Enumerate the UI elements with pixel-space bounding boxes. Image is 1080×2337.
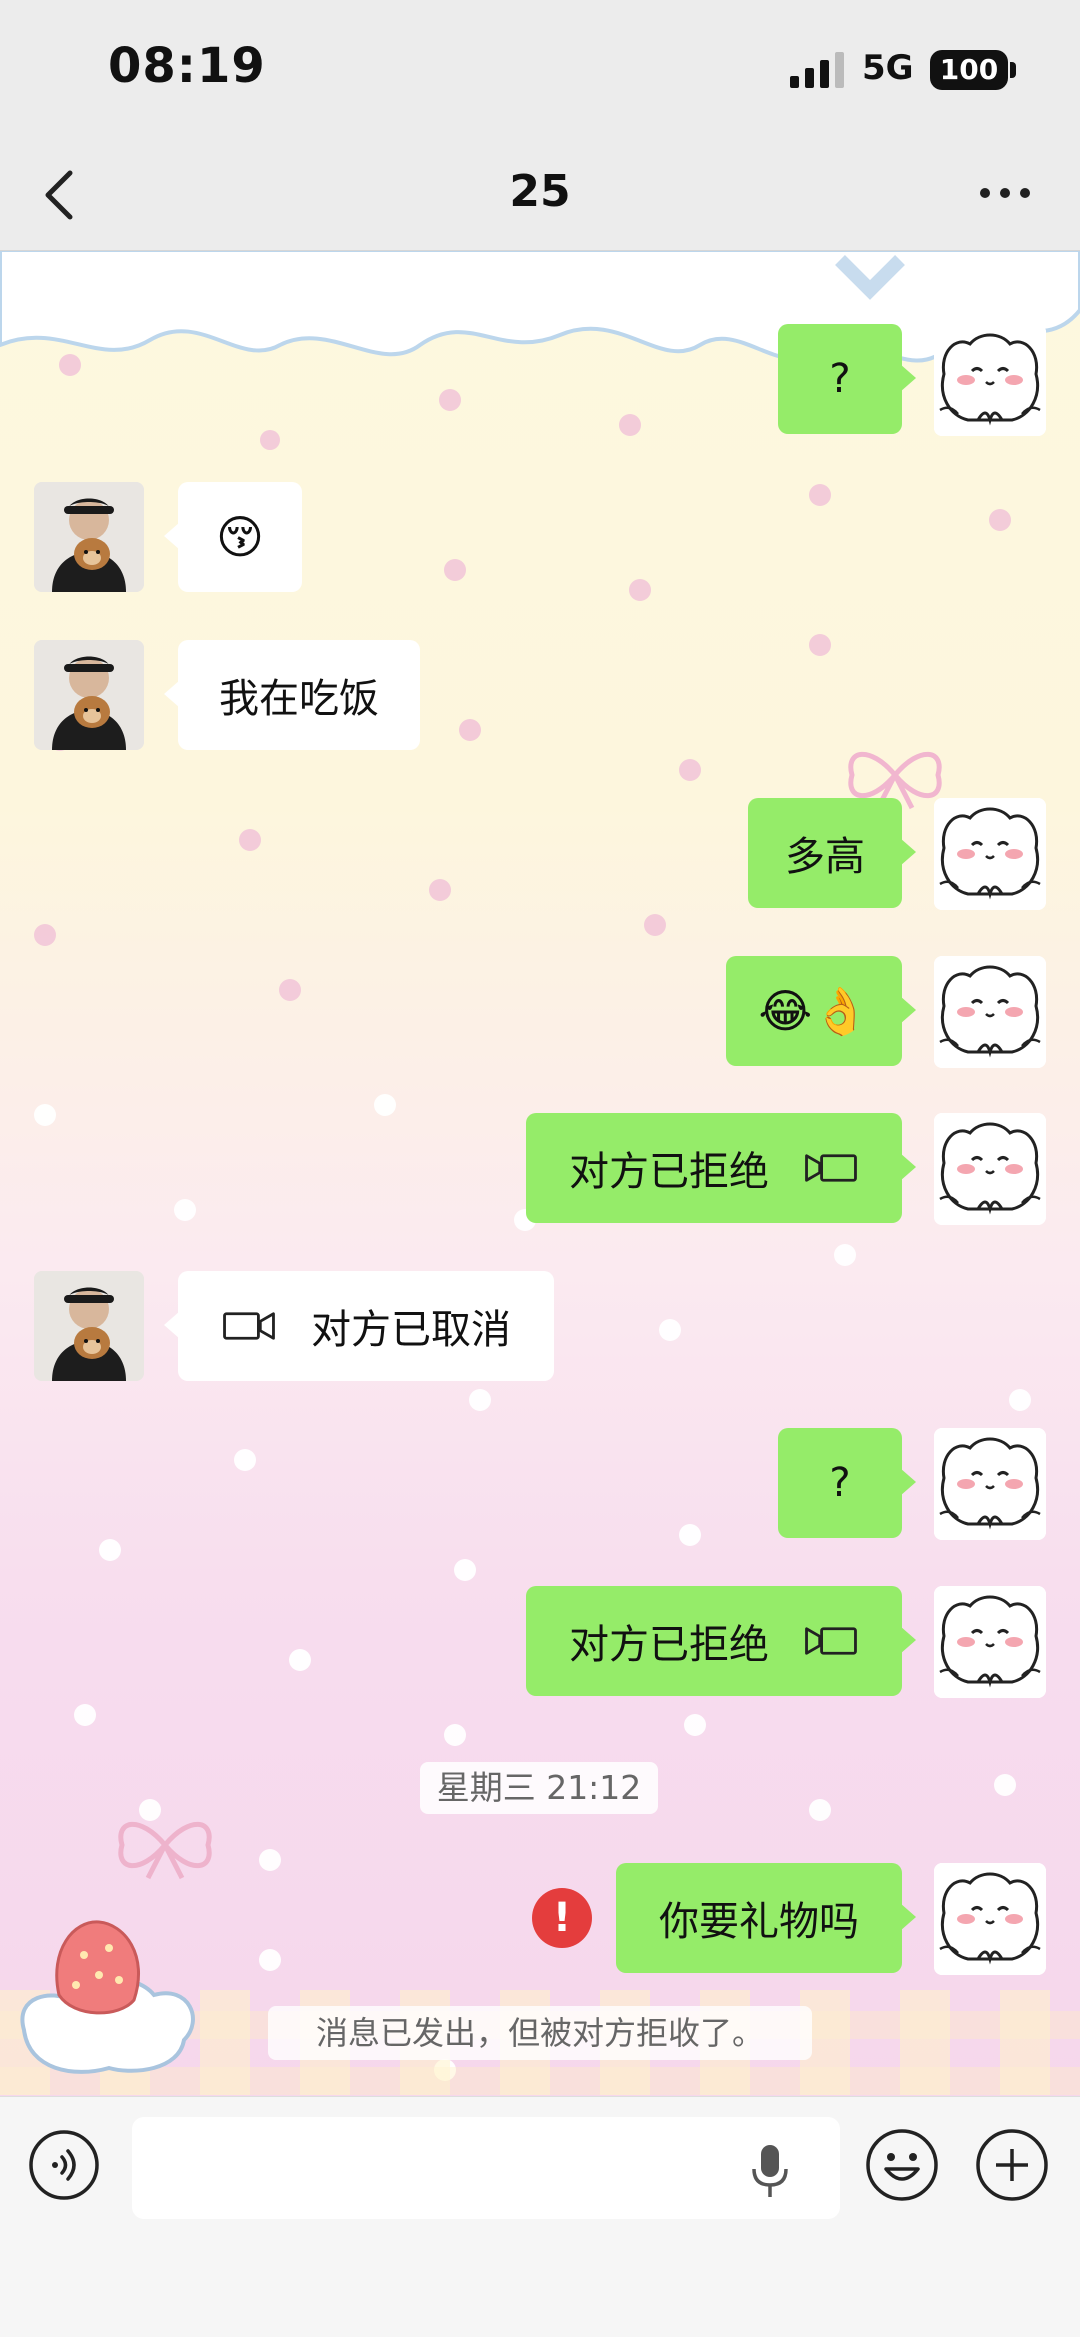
my-avatar[interactable]	[934, 324, 1046, 436]
video-call-icon	[805, 1627, 857, 1655]
call-status-text: 对方已取消	[311, 1307, 511, 1353]
timestamp-divider: 星期三 21:12	[420, 1762, 658, 1814]
microphone-icon[interactable]	[750, 2141, 790, 2201]
contact-avatar[interactable]	[34, 1271, 144, 1381]
call-status-text: 对方已拒绝	[569, 1149, 769, 1195]
message-bubble-theirs[interactable]: 😚	[164, 482, 302, 592]
network-type: 5G	[862, 48, 914, 88]
message-bubble-theirs[interactable]: 我在吃饭	[164, 640, 420, 750]
battery-icon: 100	[930, 50, 1008, 90]
message-bubble-mine[interactable]: 多高	[748, 798, 916, 908]
video-call-icon	[805, 1154, 857, 1182]
message-emoji: 😚	[216, 510, 264, 564]
video-call-record-mine[interactable]: 对方已拒绝	[526, 1113, 916, 1223]
chat-title: 25	[509, 166, 571, 217]
message-text: ?	[829, 356, 851, 402]
my-avatar[interactable]	[934, 1863, 1046, 1975]
my-avatar[interactable]	[934, 1113, 1046, 1225]
battery-level: 100	[939, 53, 999, 86]
my-avatar[interactable]	[934, 798, 1046, 910]
message-text: 我在吃饭	[219, 676, 379, 722]
status-time: 08:19	[108, 38, 266, 94]
contact-avatar[interactable]	[34, 482, 144, 592]
chat-input-bar	[0, 2096, 1080, 2337]
rejected-system-note: 消息已发出，但被对方拒收了。	[268, 2006, 812, 2060]
message-text: 多高	[785, 834, 865, 880]
bow-decoration	[118, 1821, 212, 1880]
video-call-record-mine[interactable]: 对方已拒绝	[526, 1586, 916, 1696]
message-text: ?	[829, 1460, 851, 1506]
plus-icon[interactable]	[974, 2127, 1050, 2203]
chat-screen: 08:19 5G 100 25 ? 😚 我在吃饭 多高 😂👌 对方已拒绝 对方已…	[0, 0, 1080, 2337]
my-avatar[interactable]	[934, 1586, 1046, 1698]
message-bubble-mine[interactable]: ?	[778, 324, 916, 434]
message-bubble-mine[interactable]: 你要礼物吗	[616, 1863, 916, 1973]
message-bubble-mine[interactable]: ?	[778, 1428, 916, 1538]
video-call-record-theirs[interactable]: 对方已取消	[164, 1271, 554, 1381]
emoji-icon[interactable]	[864, 2127, 940, 2203]
chat-header: 25	[0, 140, 1080, 251]
send-failed-icon[interactable]: !	[532, 1888, 592, 1948]
call-status-text: 对方已拒绝	[569, 1622, 769, 1668]
more-options-icon[interactable]	[975, 178, 1035, 208]
my-avatar[interactable]	[934, 956, 1046, 1068]
message-input[interactable]	[132, 2117, 840, 2219]
battery-tip	[1010, 62, 1016, 78]
message-bubble-mine[interactable]: 😂👌	[726, 956, 916, 1066]
message-text: 你要礼物吗	[659, 1899, 859, 1945]
strawberry-cake-decoration	[20, 1920, 195, 2074]
status-bar: 08:19 5G 100	[0, 0, 1080, 140]
my-avatar[interactable]	[934, 1428, 1046, 1540]
cellular-signal-icon	[790, 52, 844, 88]
message-emoji: 😂👌	[758, 983, 870, 1038]
contact-avatar[interactable]	[34, 640, 144, 750]
voice-mode-icon[interactable]	[28, 2129, 100, 2201]
video-call-icon	[223, 1312, 275, 1340]
